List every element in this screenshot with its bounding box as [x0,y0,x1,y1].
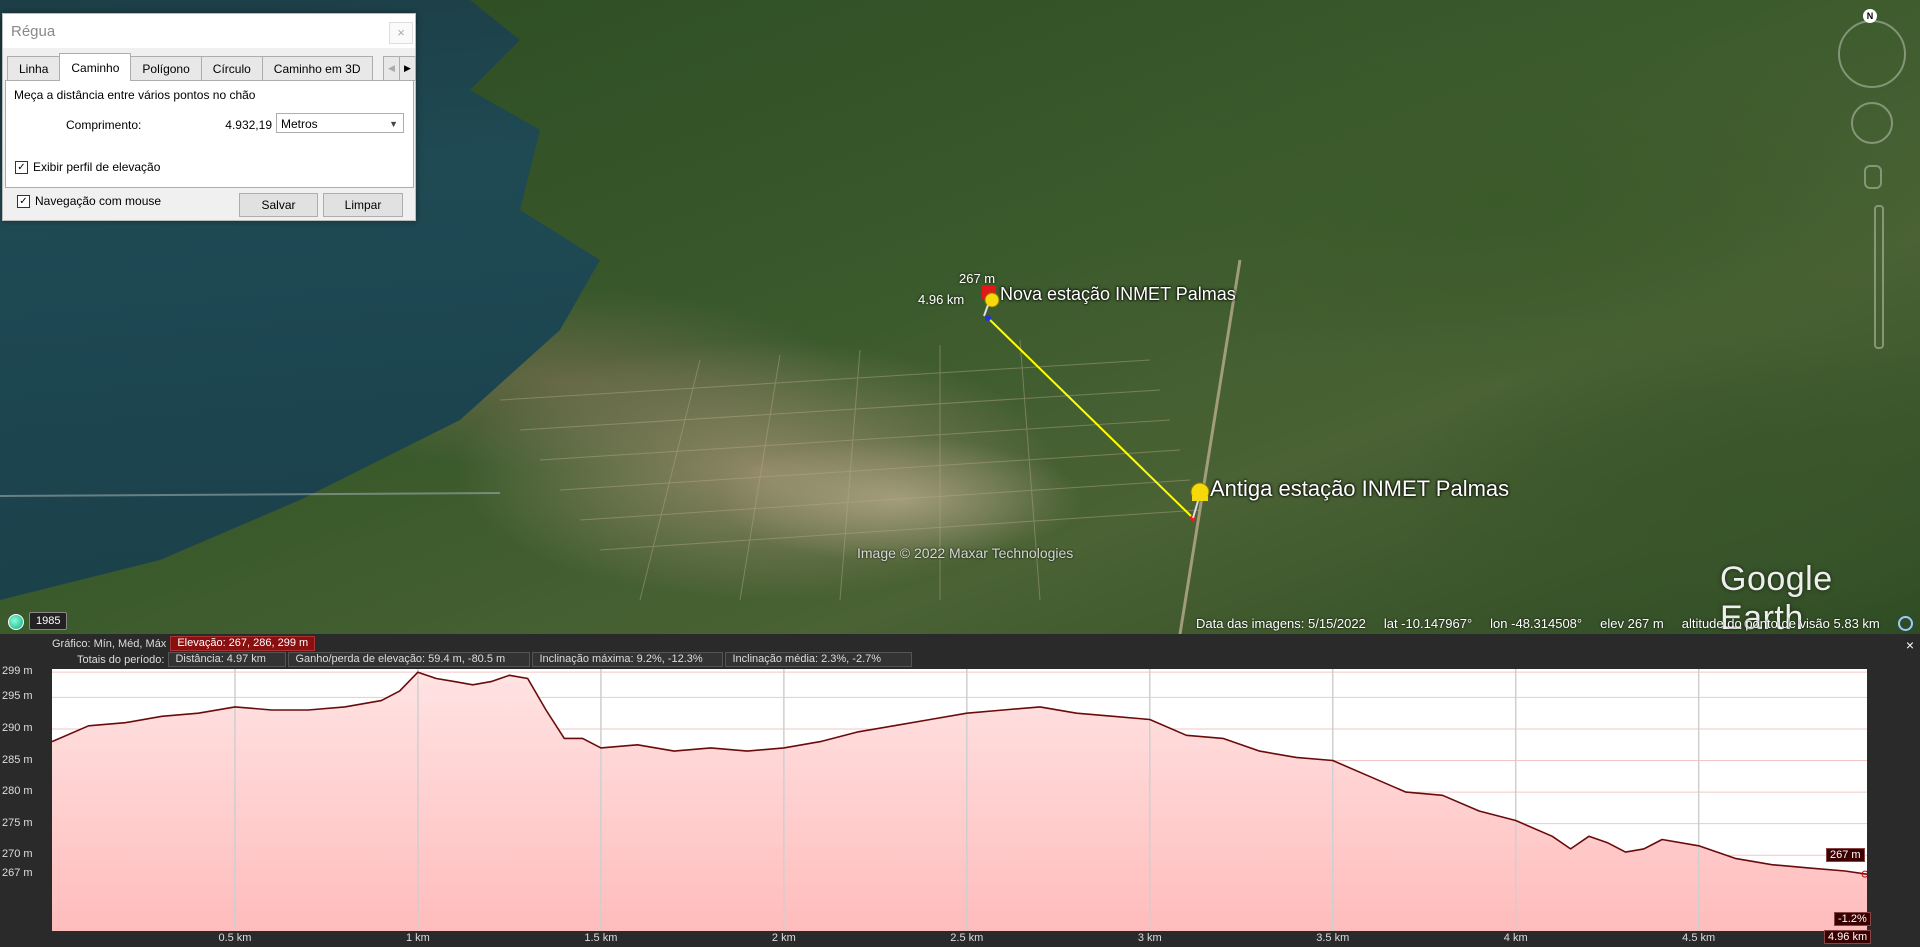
x-tick-label: 1 km [406,932,430,944]
profile-close-button[interactable]: × [1906,637,1914,653]
distance-stat: Distância: 4.97 km [168,652,287,667]
unit-select[interactable]: Metros ▼ [276,113,404,133]
max-slope-stat: Inclinação máxima: 9.2%, -12.3% [532,652,724,667]
tab-linha[interactable]: Linha [7,56,61,80]
totals-row: Totais do período: Distância: 4.97 km Ga… [77,652,914,667]
y-tick-label: 270 m [2,848,33,861]
mouse-navigation-label: Navegação com mouse [35,194,162,208]
show-elevation-label: Exibir perfil de elevação [33,160,161,174]
elevation-area [52,672,1867,931]
tab-caminho[interactable]: Caminho [59,53,132,81]
avg-slope-stat: Inclinação média: 2.3%, -2.7% [725,652,913,667]
elevation-chart[interactable] [51,669,1869,931]
imagery-date: Data das imagens: 5/15/2022 [1196,615,1366,631]
cursor-elevation: elev 267 m [1600,615,1664,631]
look-around-control-icon[interactable] [1838,20,1906,88]
tab-caminho-3d[interactable]: Caminho em 3D [261,56,373,80]
measure-path-line [987,317,1194,519]
end-distance-tag: 4.96 km [1824,930,1872,944]
unit-select-value: Metros [281,117,318,131]
eye-altitude: altitude do ponto de visão 5.83 km [1681,615,1880,631]
tab-scroll-right-icon[interactable]: ▶ [399,56,416,81]
y-tick-label: 285 m [2,753,33,766]
length-label: Comprimento: [66,118,142,132]
ruler-title: Régua [11,22,56,40]
zoom-slider[interactable] [1874,205,1884,349]
y-tick-label: 280 m [2,785,33,798]
x-tick-label: 4.5 km [1682,932,1716,944]
historical-imagery-icon[interactable] [8,614,24,630]
x-tick-label: 2.5 km [950,932,984,944]
ruler-description: Meça a distância entre vários pontos no … [14,88,256,102]
show-elevation-checkbox[interactable]: ✓ [15,161,28,174]
elevation-chart-svg [51,669,1869,931]
historical-year-badge[interactable]: 1985 [29,612,68,630]
x-tick-label: 2 km [771,932,796,944]
placemark-elevation-label: 267 m [959,271,996,286]
street-view-pegman-icon[interactable] [1864,165,1882,189]
ruler-dialog[interactable]: Régua × Linha Caminho Polígono Círculo C… [2,13,416,221]
ruler-tab-panel: Meça a distância entre vários pontos no … [5,80,414,188]
ruler-titlebar[interactable]: Régua × [3,14,415,48]
imagery-copyright: Image © 2022 Maxar Technologies [857,545,1074,561]
ruler-tabs: Linha Caminho Polígono Círculo Caminho e… [7,53,373,81]
tab-circulo[interactable]: Círculo [200,56,263,80]
y-tick-label: 267 m [2,867,33,880]
length-value: 4.932,19 [225,118,272,132]
end-elevation-tag: 267 m [1826,848,1865,862]
chevron-down-icon: ▼ [389,119,398,129]
x-tick-label: 3 km [1137,932,1162,944]
placemark-label-new-station[interactable]: Nova estação INMET Palmas [1000,284,1236,305]
tab-scroll-left-icon[interactable]: ◀ [383,56,400,81]
end-slope-tag: -1.2% [1834,912,1871,926]
elevation-summary[interactable]: Elevação: 267, 286, 299 m [170,636,316,651]
path-start-point [985,315,991,321]
pin-icon-new-station [982,285,1000,317]
x-tick-label: 1.5 km [584,932,618,944]
clear-button[interactable]: Limpar [323,193,403,217]
x-tick-label: 0.5 km [218,932,252,944]
graph-label: Gráfico: Mín, Méd, Máx [52,637,167,650]
y-tick-label: 295 m [2,690,33,703]
cursor-latitude: lat -10.147967° [1383,615,1473,631]
y-tick-label: 275 m [2,816,33,829]
placemark-distance-label: 4.96 km [918,292,965,307]
elevation-profile-panel[interactable]: Gráfico: Mín, Méd, Máx Elevação: 267, 28… [0,634,1920,947]
move-control-icon[interactable] [1851,102,1893,144]
save-button[interactable]: Salvar [239,193,318,217]
placemark-label-old-station[interactable]: Antiga estação INMET Palmas [1210,476,1509,502]
totals-label: Totais do período: [77,653,165,666]
ruler-close-button[interactable]: × [389,22,413,44]
mouse-navigation-checkbox[interactable]: ✓ [17,195,30,208]
graph-stats-row: Gráfico: Mín, Méd, Máx Elevação: 267, 28… [52,636,317,651]
x-tick-label: 4 km [1503,932,1528,944]
tab-poligono[interactable]: Polígono [130,56,202,80]
streaming-indicator-icon [1897,615,1913,631]
x-tick-label: 3.5 km [1316,932,1350,944]
cursor-longitude: lon -48.314508° [1490,615,1583,631]
y-tick-label: 299 m [2,665,33,678]
y-tick-label: 290 m [2,721,33,734]
gain-loss-stat: Ganho/perda de elevação: 59.4 m, -80.5 m [288,652,531,667]
status-bar: Data das imagens: 5/15/2022 lat -10.1479… [1196,612,1920,634]
